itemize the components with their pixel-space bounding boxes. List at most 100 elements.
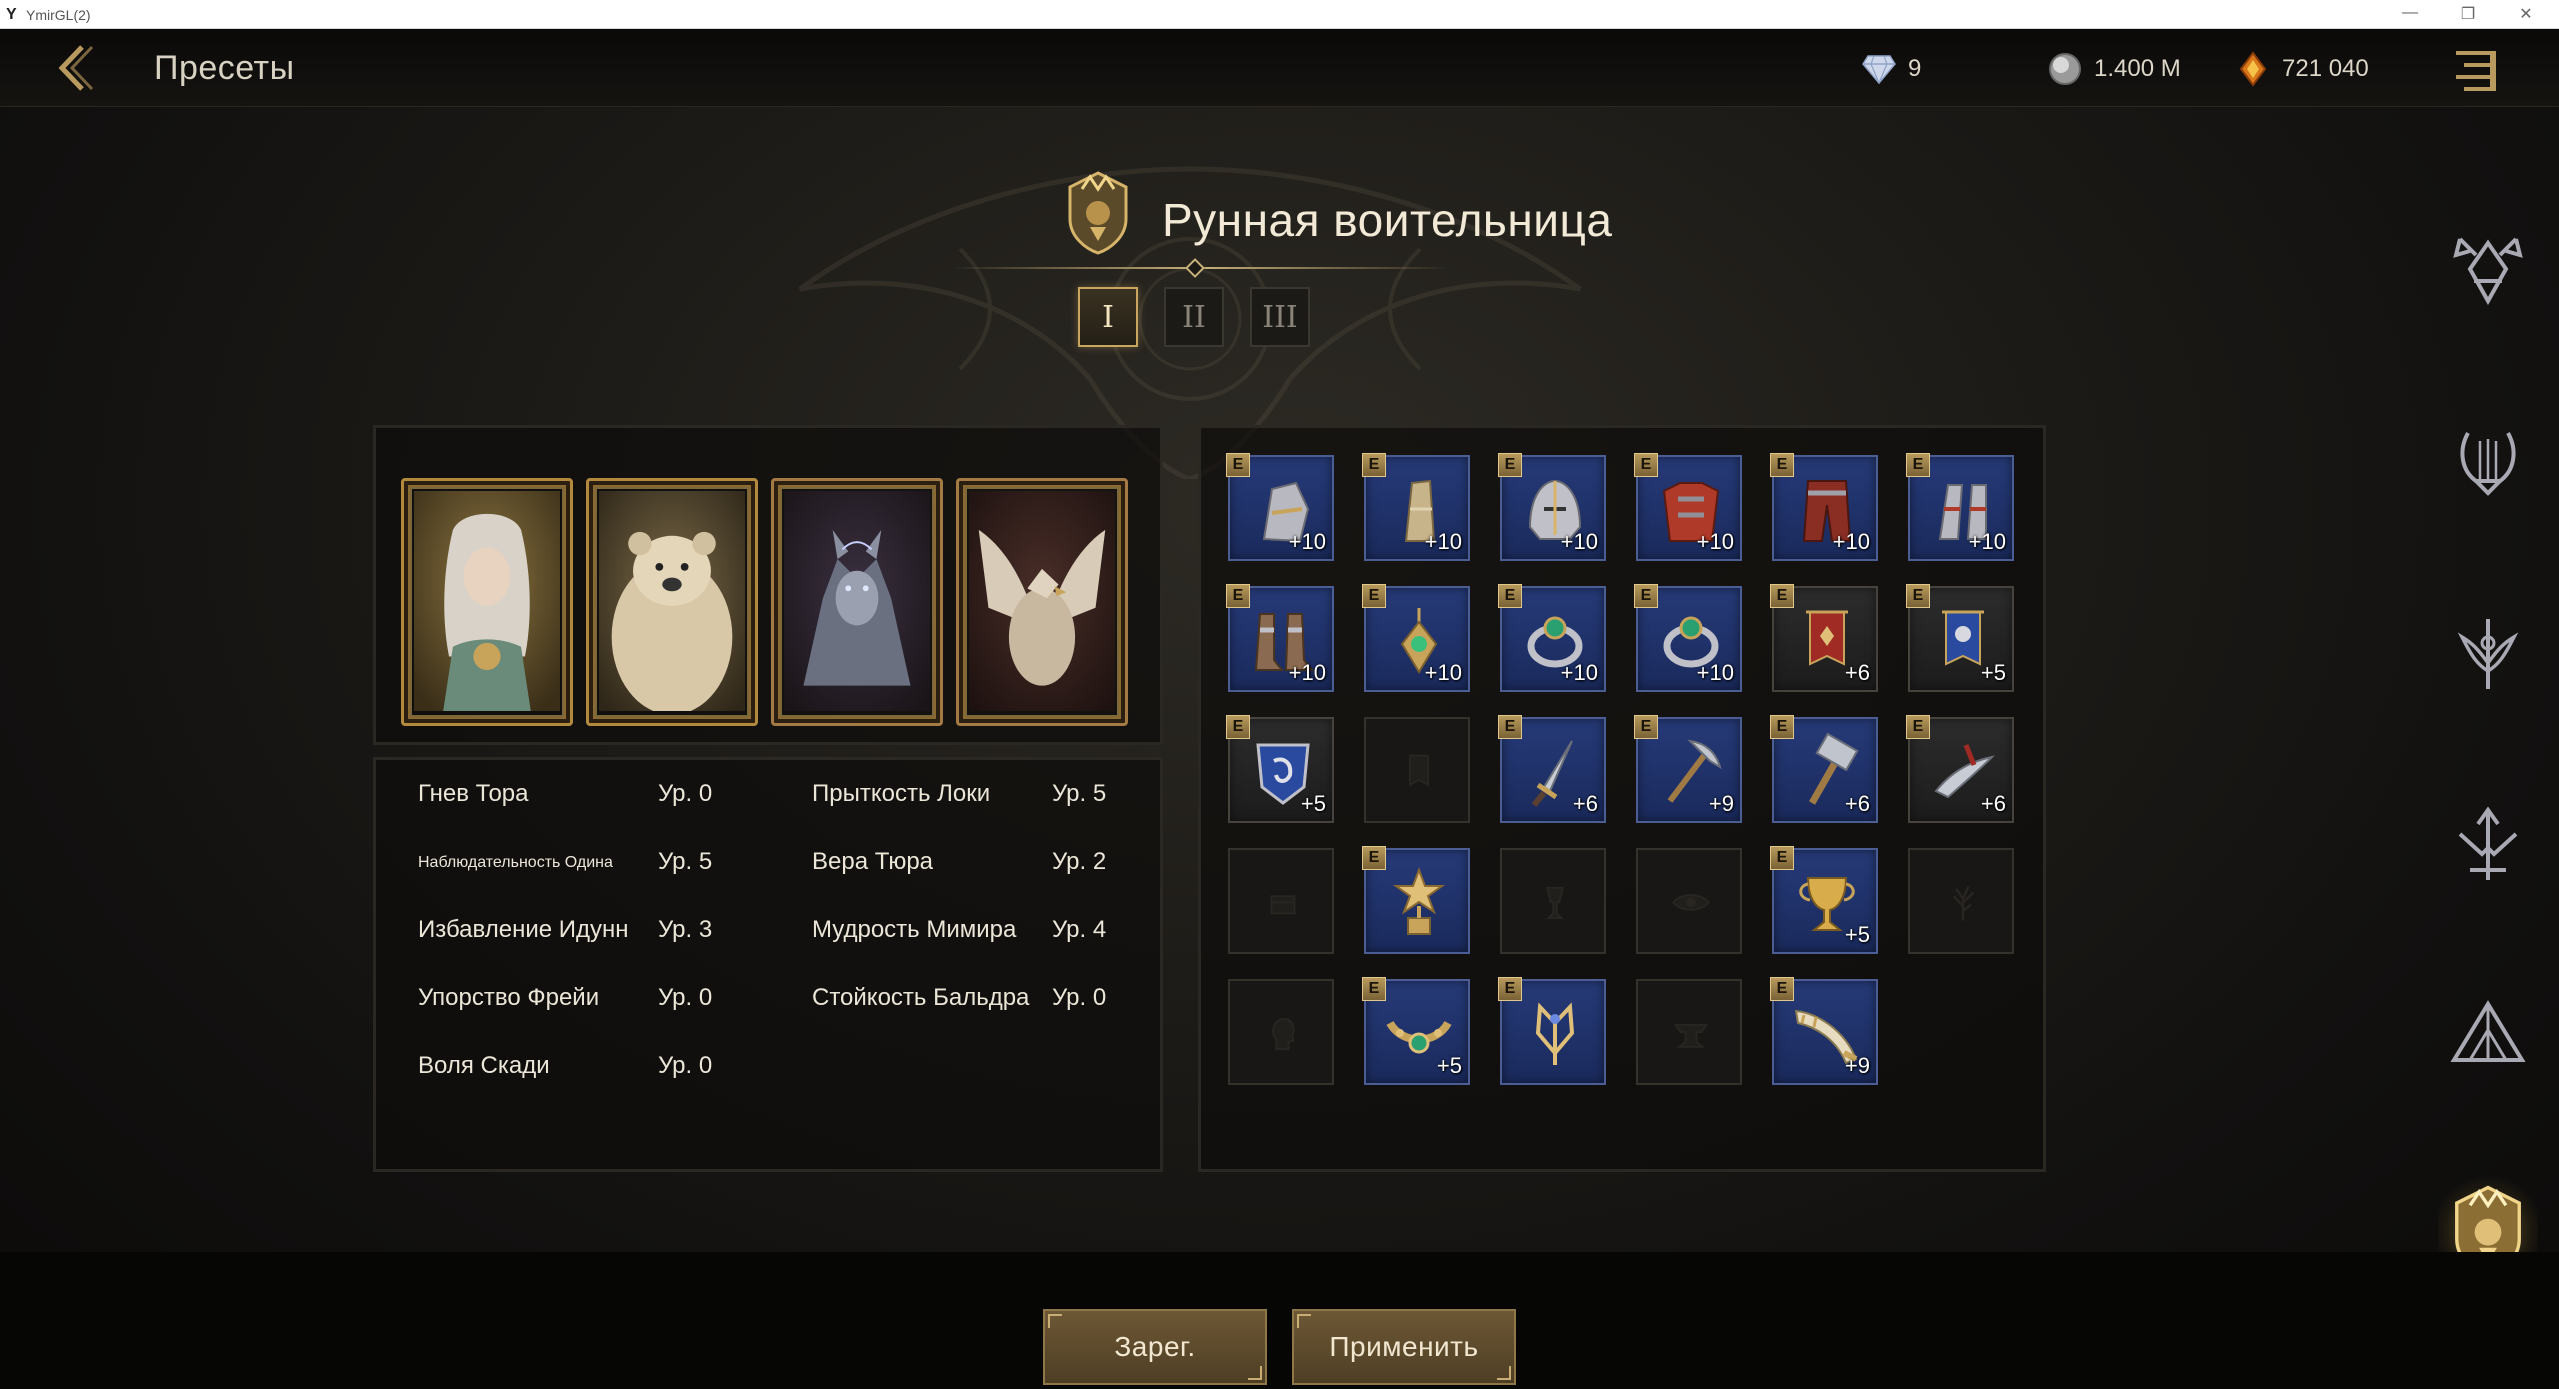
banner-outline-icon — [1408, 754, 1430, 787]
amber-value: 721 040 — [2282, 55, 2369, 82]
stat-level: Ур. 3 — [658, 916, 713, 943]
totem-icon — [1535, 1002, 1575, 1065]
class-header: Рунная воительница — [950, 147, 1670, 278]
menu-icon — [2456, 51, 2496, 91]
equipment-slot-goblet[interactable]: E +5 — [1770, 846, 1878, 954]
equipment-slot-crest[interactable]: E +5 — [1226, 715, 1334, 823]
equipped-badge: E — [1770, 453, 1794, 477]
equipped-badge: E — [1362, 977, 1386, 1001]
star-trophy-icon — [1392, 867, 1446, 935]
equipment-slot-dagger[interactable]: E +6 — [1498, 715, 1606, 823]
minimize-button[interactable]: — — [2390, 4, 2430, 24]
equipment-slot-hammer[interactable]: E +6 — [1770, 715, 1878, 823]
enhancement-level: +5 — [1844, 922, 1870, 947]
side-nav-warrior[interactable] — [2438, 219, 2538, 319]
card-polar-bear[interactable] — [586, 478, 758, 726]
card-frame — [410, 487, 564, 717]
stat-name: Гнев Тора — [418, 780, 529, 807]
enhancement-level: +6 — [1844, 791, 1870, 816]
equipment-slot-trophy[interactable]: E — [1362, 846, 1470, 954]
equipment-slot-empty-chest[interactable] — [1228, 848, 1334, 954]
side-nav-mountain[interactable] — [2438, 984, 2538, 1084]
preset-tab-1[interactable]: I — [1078, 287, 1138, 347]
equipment-panel: E +10 E +10 E +10 E +10 E +10 E +10 E +10 E +10 E +10 E +10… — [1198, 425, 2046, 1172]
equipment-slot-pants[interactable]: E +10 — [1770, 453, 1878, 561]
stat-level: Ур. 0 — [658, 984, 713, 1011]
equipped-badge: E — [1906, 453, 1930, 477]
preset-tab-2[interactable]: II — [1164, 287, 1224, 347]
apply-button[interactable]: Применить — [1292, 1309, 1516, 1385]
anvil-outline-icon — [1674, 1023, 1708, 1048]
window-titlebar: Y YmirGL(2) — ❐ ✕ — [0, 0, 2559, 29]
equipment-slot-ring-2[interactable]: E +10 — [1634, 584, 1742, 692]
register-button[interactable]: Зарег. — [1043, 1309, 1267, 1385]
equipped-badge: E — [1226, 584, 1250, 608]
equipped-badge: E — [1634, 584, 1658, 608]
equipment-slot-necklace[interactable]: E +10 — [1362, 584, 1470, 692]
tree-outline-icon — [1952, 886, 1975, 921]
currency-diamond[interactable]: 9 — [1862, 51, 1921, 87]
equipment-slot-pickaxe[interactable]: E +9 — [1634, 715, 1742, 823]
equipment-slot-chest[interactable]: E +10 — [1634, 453, 1742, 561]
side-nav-sword-emblem[interactable] — [2438, 603, 2538, 703]
stat-name: Вера Тюра — [812, 848, 934, 875]
equipment-slot-leg-armor[interactable]: E +10 — [1362, 453, 1470, 561]
card-griffin[interactable] — [956, 478, 1128, 726]
equipment-slot-empty-eye[interactable] — [1636, 848, 1742, 954]
enhancement-level: +10 — [1424, 660, 1462, 685]
stat-name: Прыткость Локи — [812, 780, 991, 807]
card-valkyrie-woman[interactable] — [401, 478, 573, 726]
currency-amber[interactable]: 721 040 — [2236, 51, 2369, 87]
stat-level: Ур. 0 — [658, 1052, 713, 1079]
side-nav-lyre-icon — [2460, 432, 2516, 496]
preset-tab-3[interactable]: III — [1250, 287, 1310, 347]
equipment-slot-gloves[interactable]: E +10 — [1226, 453, 1334, 561]
equipment-slot-helmet[interactable]: E +10 — [1498, 453, 1606, 561]
equipment-slot-empty-chalice[interactable] — [1500, 848, 1606, 954]
side-nav-spear[interactable] — [2438, 794, 2538, 894]
equipment-slot-relic[interactable]: E +6 — [1906, 715, 2014, 823]
enhancement-level: +5 — [1300, 791, 1326, 816]
equipped-badge: E — [1770, 846, 1794, 870]
chalice-outline-icon — [1545, 886, 1565, 920]
close-button[interactable]: ✕ — [2506, 4, 2546, 24]
side-nav-mountain-icon — [2450, 1000, 2526, 1062]
enhancement-level: +10 — [1288, 660, 1326, 685]
card-wolf[interactable] — [771, 478, 943, 726]
enhancement-level: +10 — [1424, 529, 1462, 554]
equipment-slot-empty-anvil[interactable] — [1636, 979, 1742, 1085]
restore-button[interactable]: ❐ — [2448, 4, 2488, 24]
equipment-slot-empty-tree[interactable] — [1908, 848, 2014, 954]
enhancement-level: +9 — [1708, 791, 1734, 816]
treasure-chest-icon — [1270, 895, 1296, 915]
equipment-slot-horn[interactable]: E +9 — [1770, 977, 1878, 1085]
equipment-slot-banner-red[interactable]: E +6 — [1770, 584, 1878, 692]
equipment-slot-belt[interactable]: E +5 — [1362, 977, 1470, 1085]
equipment-slot-totem[interactable]: E — [1498, 977, 1606, 1085]
enhancement-level: +5 — [1980, 660, 2006, 685]
enhancement-level: +10 — [1968, 529, 2006, 554]
equipped-badge: E — [1634, 453, 1658, 477]
equipment-slot-empty-banner[interactable] — [1364, 717, 1470, 823]
preset-tabs: I II III — [1078, 287, 1310, 347]
currency-silver[interactable]: 1.400 M — [2048, 51, 2181, 87]
equipped-badge: E — [1226, 715, 1250, 739]
stat-name: Упорство Фрейи — [418, 984, 600, 1011]
silver-value: 1.400 M — [2094, 55, 2181, 82]
bottom-bar: Зарег. Применить — [0, 1252, 2559, 1389]
equipped-badge: E — [1498, 977, 1522, 1001]
equipment-slot-ring-1[interactable]: E +10 — [1498, 584, 1606, 692]
back-button[interactable] — [48, 41, 102, 95]
equipped-badge: E — [1498, 453, 1522, 477]
equipment-slot-bracers[interactable]: E +10 — [1906, 453, 2014, 561]
equipped-badge: E — [1770, 715, 1794, 739]
menu-button[interactable] — [2450, 43, 2504, 97]
equipment-slot-boots[interactable]: E +10 — [1226, 584, 1334, 692]
side-nav-lyre[interactable] — [2438, 411, 2538, 511]
stat-name: Наблюдательность Одина — [418, 854, 613, 871]
equipment-slot-empty-head[interactable] — [1228, 979, 1334, 1085]
equipped-badge: E — [1770, 977, 1794, 1001]
enhancement-level: +10 — [1832, 529, 1870, 554]
equipment-slot-banner-blue[interactable]: E +5 — [1906, 584, 2014, 692]
eye-outline-icon — [1672, 894, 1710, 911]
